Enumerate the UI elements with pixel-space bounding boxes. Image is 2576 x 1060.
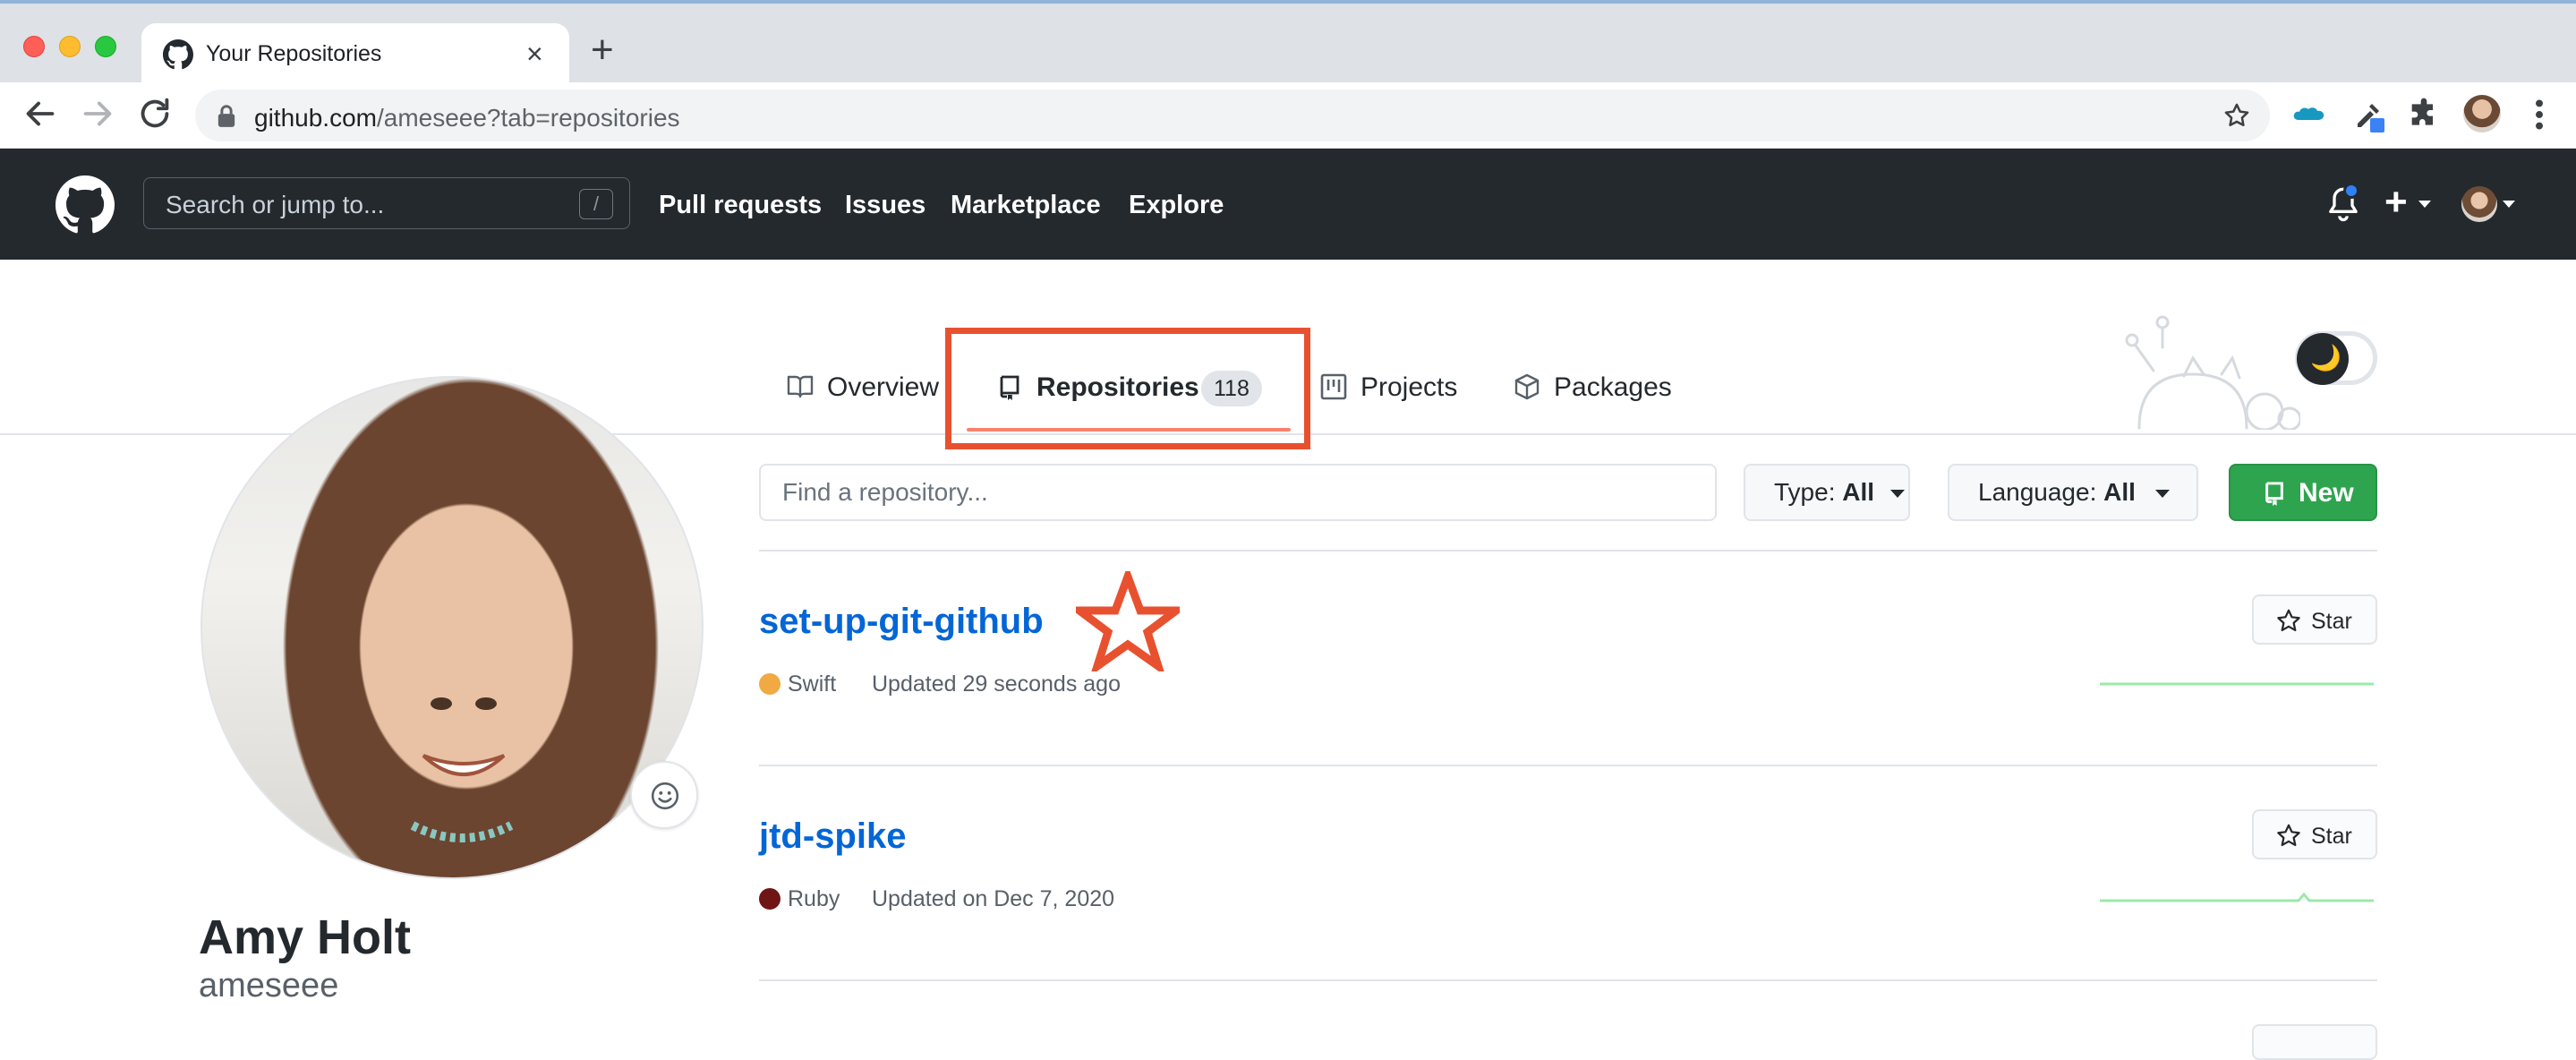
repo-language: Ruby	[788, 886, 840, 911]
star-button[interactable]: Star	[2252, 594, 2377, 645]
github-header: Search or jump to... / Pull requests Iss…	[0, 149, 2576, 260]
notification-indicator	[2343, 183, 2359, 199]
browser-tab-active[interactable]: Your Repositories ×	[141, 23, 569, 86]
star-button-label: Star	[2311, 609, 2352, 634]
close-tab-icon[interactable]: ×	[526, 36, 543, 72]
language-color-dot	[759, 673, 780, 695]
create-menu-caret-icon[interactable]	[2418, 201, 2431, 208]
tab-projects-label: Projects	[1361, 372, 1458, 402]
chevron-down-icon	[1890, 490, 1905, 498]
type-filter-value: All	[1842, 478, 1875, 506]
type-filter-label: Type: All	[1774, 466, 1874, 519]
list-divider	[759, 979, 2377, 981]
language-filter-label: Language: All	[1978, 466, 2136, 519]
profile-username: ameseee	[199, 967, 339, 1004]
avatar-face-illustration	[410, 697, 514, 842]
tab-packages-label: Packages	[1554, 372, 1672, 402]
repo-icon	[2265, 482, 2283, 506]
close-window-button[interactable]	[23, 36, 45, 57]
nav-issues[interactable]: Issues	[845, 191, 925, 220]
minimize-window-button[interactable]	[59, 36, 81, 57]
salesforce-extension-icon[interactable]	[2291, 97, 2327, 132]
browser-profile-avatar[interactable]	[2463, 95, 2501, 132]
repo-language: Swift	[788, 671, 837, 697]
bookmark-star-icon[interactable]	[2222, 100, 2252, 131]
create-new-plus-icon[interactable]: +	[2384, 183, 2408, 222]
chevron-down-icon	[2155, 490, 2170, 498]
github-logo-icon[interactable]	[55, 175, 115, 235]
moon-icon: 🌙	[2310, 344, 2341, 372]
star-button[interactable]	[2252, 1024, 2377, 1060]
new-button-label: New	[2299, 478, 2354, 508]
address-bar[interactable]: github.com/ameseee?tab=repositories	[195, 90, 2270, 141]
star-button[interactable]: Star	[2252, 809, 2377, 859]
maximize-window-button[interactable]	[95, 36, 116, 57]
type-filter-dropdown[interactable]: Type: All	[1744, 464, 1910, 521]
profile-full-name: Amy Holt	[199, 910, 412, 964]
url-host: github.com	[254, 104, 377, 132]
search-shortcut-key: /	[579, 189, 613, 219]
list-divider	[759, 765, 2377, 766]
list-divider	[759, 550, 2377, 551]
language-filter-prefix: Language:	[1978, 478, 2104, 506]
lock-icon[interactable]	[217, 104, 236, 127]
github-favicon-icon	[163, 39, 193, 70]
repo-updated-time: Updated on Dec 7, 2020	[872, 886, 1115, 911]
set-status-button[interactable]	[630, 761, 698, 829]
global-search-placeholder: Search or jump to...	[166, 191, 385, 218]
package-icon	[1514, 373, 1540, 400]
profile-avatar	[200, 376, 704, 879]
url-path: /ameseee?tab=repositories	[376, 104, 680, 132]
project-board-icon	[1320, 373, 1347, 400]
language-filter-dropdown[interactable]: Language: All	[1948, 464, 2198, 521]
star-icon	[2277, 609, 2300, 632]
repo-updated-time: Updated 29 seconds ago	[872, 671, 1121, 697]
browser-tab-title: Your Repositories	[206, 41, 382, 66]
nav-marketplace[interactable]: Marketplace	[951, 191, 1101, 220]
repo-link[interactable]: set-up-git-github	[759, 602, 1044, 642]
puzzle-extensions-icon[interactable]	[2406, 97, 2442, 132]
activity-sparkline	[2100, 892, 2374, 902]
annotation-highlight-box	[945, 328, 1310, 449]
url-text: github.com/ameseee?tab=repositories	[254, 104, 680, 132]
activity-sparkline	[2100, 682, 2374, 686]
global-search-input[interactable]: Search or jump to... /	[143, 177, 630, 229]
tab-overview-label: Overview	[827, 372, 940, 402]
star-icon	[2277, 824, 2300, 847]
user-menu-caret-icon[interactable]	[2503, 201, 2515, 208]
browser-toolbar: github.com/ameseee?tab=repositories	[0, 82, 2576, 149]
book-open-icon	[787, 375, 814, 398]
new-repository-button[interactable]: New	[2229, 464, 2377, 521]
type-filter-prefix: Type:	[1774, 478, 1843, 506]
reload-icon[interactable]	[134, 93, 175, 134]
nav-pull-requests[interactable]: Pull requests	[659, 191, 822, 220]
repo-link[interactable]: jtd-spike	[759, 816, 906, 857]
browser-menu-icon[interactable]	[2533, 98, 2546, 131]
language-filter-value: All	[2103, 478, 2136, 506]
eyedropper-extension-icon[interactable]	[2350, 97, 2386, 132]
language-color-dot	[759, 888, 780, 910]
nav-explore[interactable]: Explore	[1129, 191, 1224, 220]
user-menu-avatar[interactable]	[2461, 186, 2497, 222]
octocat-doodle-illustration	[2125, 315, 2300, 430]
find-repository-input[interactable]	[759, 464, 1717, 521]
forward-arrow-icon[interactable]	[77, 93, 118, 134]
browser-tabstrip: Your Repositories × +	[0, 4, 2576, 86]
annotation-star-icon	[1076, 571, 1180, 671]
back-arrow-icon[interactable]	[20, 93, 61, 134]
star-button-label: Star	[2311, 824, 2352, 849]
smiley-icon	[651, 782, 679, 810]
new-tab-button[interactable]: +	[591, 30, 614, 70]
